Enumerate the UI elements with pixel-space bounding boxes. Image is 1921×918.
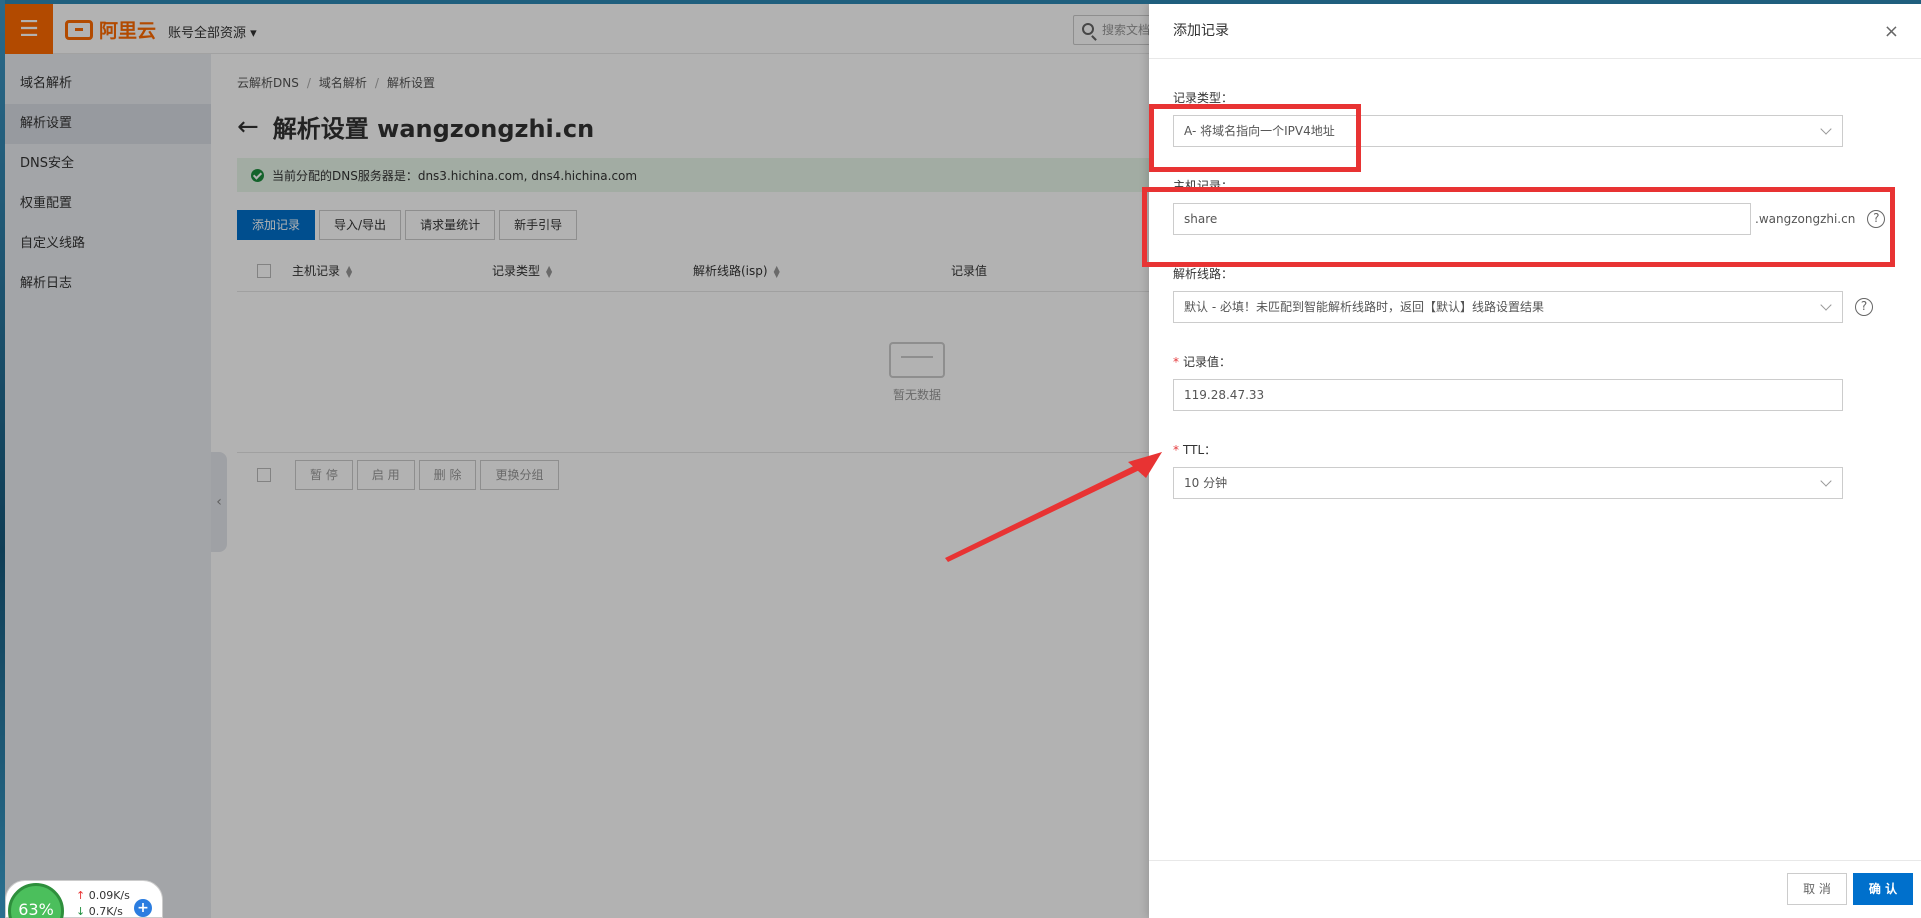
add-icon[interactable]: + [134, 899, 152, 917]
upload-speed: ↑ 0.09K/s [76, 889, 130, 902]
annotation-arrow-shape [945, 452, 1162, 562]
annotation-arrowhead [1128, 452, 1162, 478]
network-speed-widget[interactable]: 63% ↑ 0.09K/s ↓ 0.7K/s + [5, 880, 163, 918]
annotation-arrow [945, 452, 1162, 562]
memory-percent-badge: 63% [8, 883, 64, 918]
download-speed: ↓ 0.7K/s [76, 905, 123, 918]
